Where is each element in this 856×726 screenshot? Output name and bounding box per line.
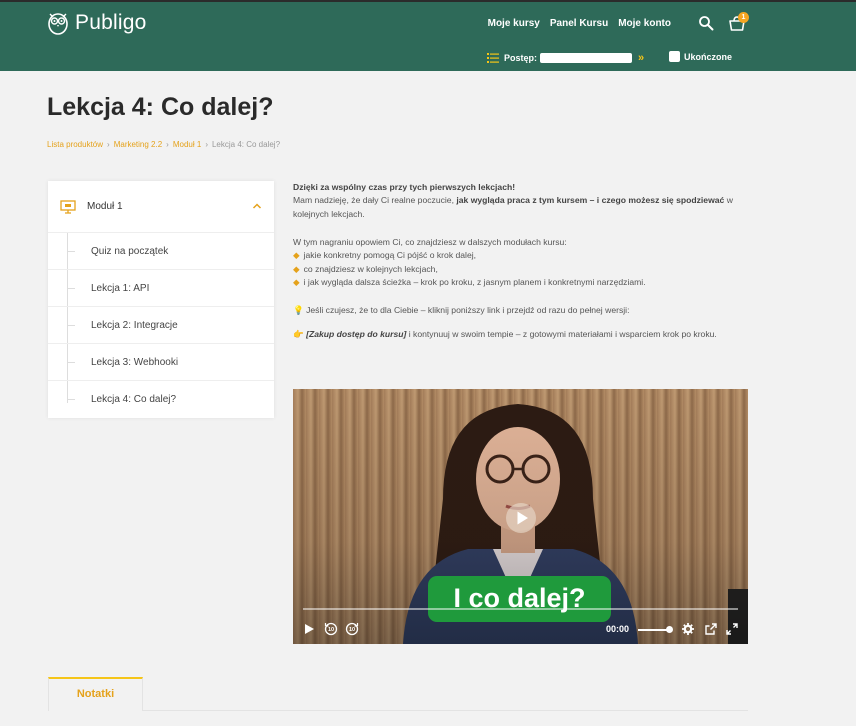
video-time: 00:00 — [606, 624, 630, 634]
tab-notes[interactable]: Notatki — [48, 677, 143, 711]
lesson-label: Quiz na początek — [91, 245, 169, 257]
chevron-right-icon: › — [107, 140, 110, 149]
lesson-item-3[interactable]: Lekcja 3: Webhooki — [48, 344, 274, 381]
nav-my-account[interactable]: Moje konto — [618, 18, 671, 29]
progress-row: Postęp: » — [487, 51, 644, 65]
completed-label: Ukończone — [684, 51, 733, 62]
chevron-right-icon: › — [205, 140, 208, 149]
lesson-label: Lekcja 1: API — [91, 282, 150, 294]
lesson-item-4[interactable]: Lekcja 4: Co dalej? — [48, 381, 274, 418]
purchase-link[interactable]: [Zakup dostęp do kursu] — [306, 329, 406, 339]
next-lesson-arrows-icon[interactable]: » — [638, 52, 644, 64]
pointing-hand-icon: 👉 — [293, 328, 304, 339]
intro-text: Mam nadzieję, że dały Ci realne poczucie… — [293, 195, 454, 206]
bullet-item: ◆ i jak wygląda dalsza ścieżka – krok po … — [293, 276, 753, 289]
lesson-item-1[interactable]: Lekcja 1: API — [48, 270, 274, 307]
tip-paragraph: 💡 Jeśli czujesz, że to dla Ciebie – klik… — [293, 304, 753, 317]
bullet-text: jakie konkretny pomogą Ci pójść o krok d… — [303, 250, 477, 261]
intro-paragraph: Dzięki za wspólny czas przy tych pierwsz… — [293, 181, 753, 221]
diamond-bullet-icon: ◆ — [293, 263, 300, 274]
breadcrumb-module[interactable]: Moduł 1 — [173, 140, 201, 149]
logo[interactable]: Publigo — [47, 11, 146, 35]
tree-tick — [67, 399, 75, 400]
main-nav: Moje kursy Panel Kursu Moje konto — [478, 18, 671, 29]
presentation-icon — [60, 199, 76, 214]
cta-text: i kontynuuj w swoim tempie – z gotowymi … — [408, 328, 717, 339]
chevron-right-icon: › — [166, 140, 169, 149]
lesson-item-2[interactable]: Lekcja 2: Integracje — [48, 307, 274, 344]
nav-my-courses[interactable]: Moje kursy — [488, 18, 540, 29]
video-seek-bar[interactable] — [303, 608, 738, 610]
lesson-item-quiz[interactable]: Quiz na początek — [48, 233, 274, 270]
progress-label: Postęp: — [504, 53, 538, 63]
breadcrumb-products[interactable]: Lista produktów — [47, 140, 103, 149]
intro-strong: jak wygląda praca z tym kursem – i czego… — [456, 195, 725, 206]
lesson-sidebar: Moduł 1 Quiz na początek Lekcja 1: API L… — [48, 181, 274, 418]
lesson-content: Dzięki za wspólny czas przy tych pierwsz… — [293, 181, 753, 341]
bullet-item: ◆ co znajdziesz w kolejnych lekcjach, — [293, 263, 753, 276]
volume-knob[interactable] — [666, 626, 673, 633]
lesson-label: Lekcja 2: Integracje — [91, 319, 178, 331]
completed-checkbox[interactable] — [669, 51, 680, 62]
logo-text: Publigo — [75, 11, 147, 34]
video-controls: 10 10 00:00 — [293, 618, 748, 642]
cta-paragraph: 👉 [Zakup dostęp do kursu] i kontynuuj w … — [293, 328, 753, 341]
breadcrumb-course[interactable]: Marketing 2.2 — [114, 140, 162, 149]
diamond-bullet-icon: ◆ — [293, 276, 300, 287]
lightbulb-icon: 💡 — [293, 305, 304, 316]
progress-list-icon — [487, 53, 499, 63]
top-header: Publigo Moje kursy Panel Kursu Moje kont… — [0, 0, 856, 71]
module-header[interactable]: Moduł 1 — [48, 181, 274, 233]
bullet-text: co znajdziesz w kolejnych lekcjach, — [303, 263, 438, 274]
tabs-divider — [48, 710, 748, 711]
fullscreen-icon[interactable] — [725, 622, 739, 636]
svg-text:10: 10 — [349, 627, 355, 633]
list-intro: W tym nagraniu opowiem Ci, co znajdziesz… — [293, 236, 567, 247]
tree-tick — [67, 251, 75, 252]
chevron-up-icon[interactable] — [252, 201, 262, 211]
tree-tick — [67, 325, 75, 326]
nav-course-panel[interactable]: Panel Kursu — [550, 18, 608, 29]
tree-tick — [67, 362, 75, 363]
owl-logo-icon — [48, 13, 68, 35]
tip-text: Jeśli czujesz, że to dla Ciebie – klikni… — [306, 305, 630, 316]
progress-bar — [540, 53, 633, 63]
diamond-bullet-icon: ◆ — [293, 250, 300, 261]
breadcrumb: Lista produktów › Marketing 2.2 › Moduł … — [47, 140, 280, 149]
bullet-text: i jak wygląda dalsza ścieżka – krok po k… — [303, 276, 646, 287]
external-link-icon[interactable] — [704, 622, 718, 636]
play-icon[interactable] — [302, 622, 316, 636]
lesson-label: Lekcja 4: Co dalej? — [91, 394, 177, 405]
forward-10-icon[interactable]: 10 — [345, 622, 359, 636]
breadcrumb-current: Lekcja 4: Co dalej? — [211, 140, 281, 149]
gear-icon[interactable] — [681, 622, 695, 636]
cart-count-badge: 1 — [738, 12, 749, 23]
bullet-item: ◆ jakie konkretny pomogą Ci pójść o krok … — [293, 249, 753, 262]
lesson-label: Lekcja 3: Webhooki — [91, 356, 179, 368]
intro-bold: Dzięki za wspólny czas przy tych pierwsz… — [293, 182, 516, 192]
page-title: Lekcja 4: Co dalej? — [47, 93, 274, 121]
video-caption: I co dalej? — [428, 576, 611, 622]
module-label: Moduł 1 — [87, 201, 123, 212]
play-overlay-icon[interactable] — [505, 502, 537, 534]
completed-toggle[interactable]: Ukończone — [669, 51, 732, 62]
search-icon[interactable] — [698, 15, 714, 31]
svg-text:10: 10 — [328, 627, 334, 633]
tree-tick — [67, 288, 75, 289]
rewind-10-icon[interactable]: 10 — [324, 622, 338, 636]
